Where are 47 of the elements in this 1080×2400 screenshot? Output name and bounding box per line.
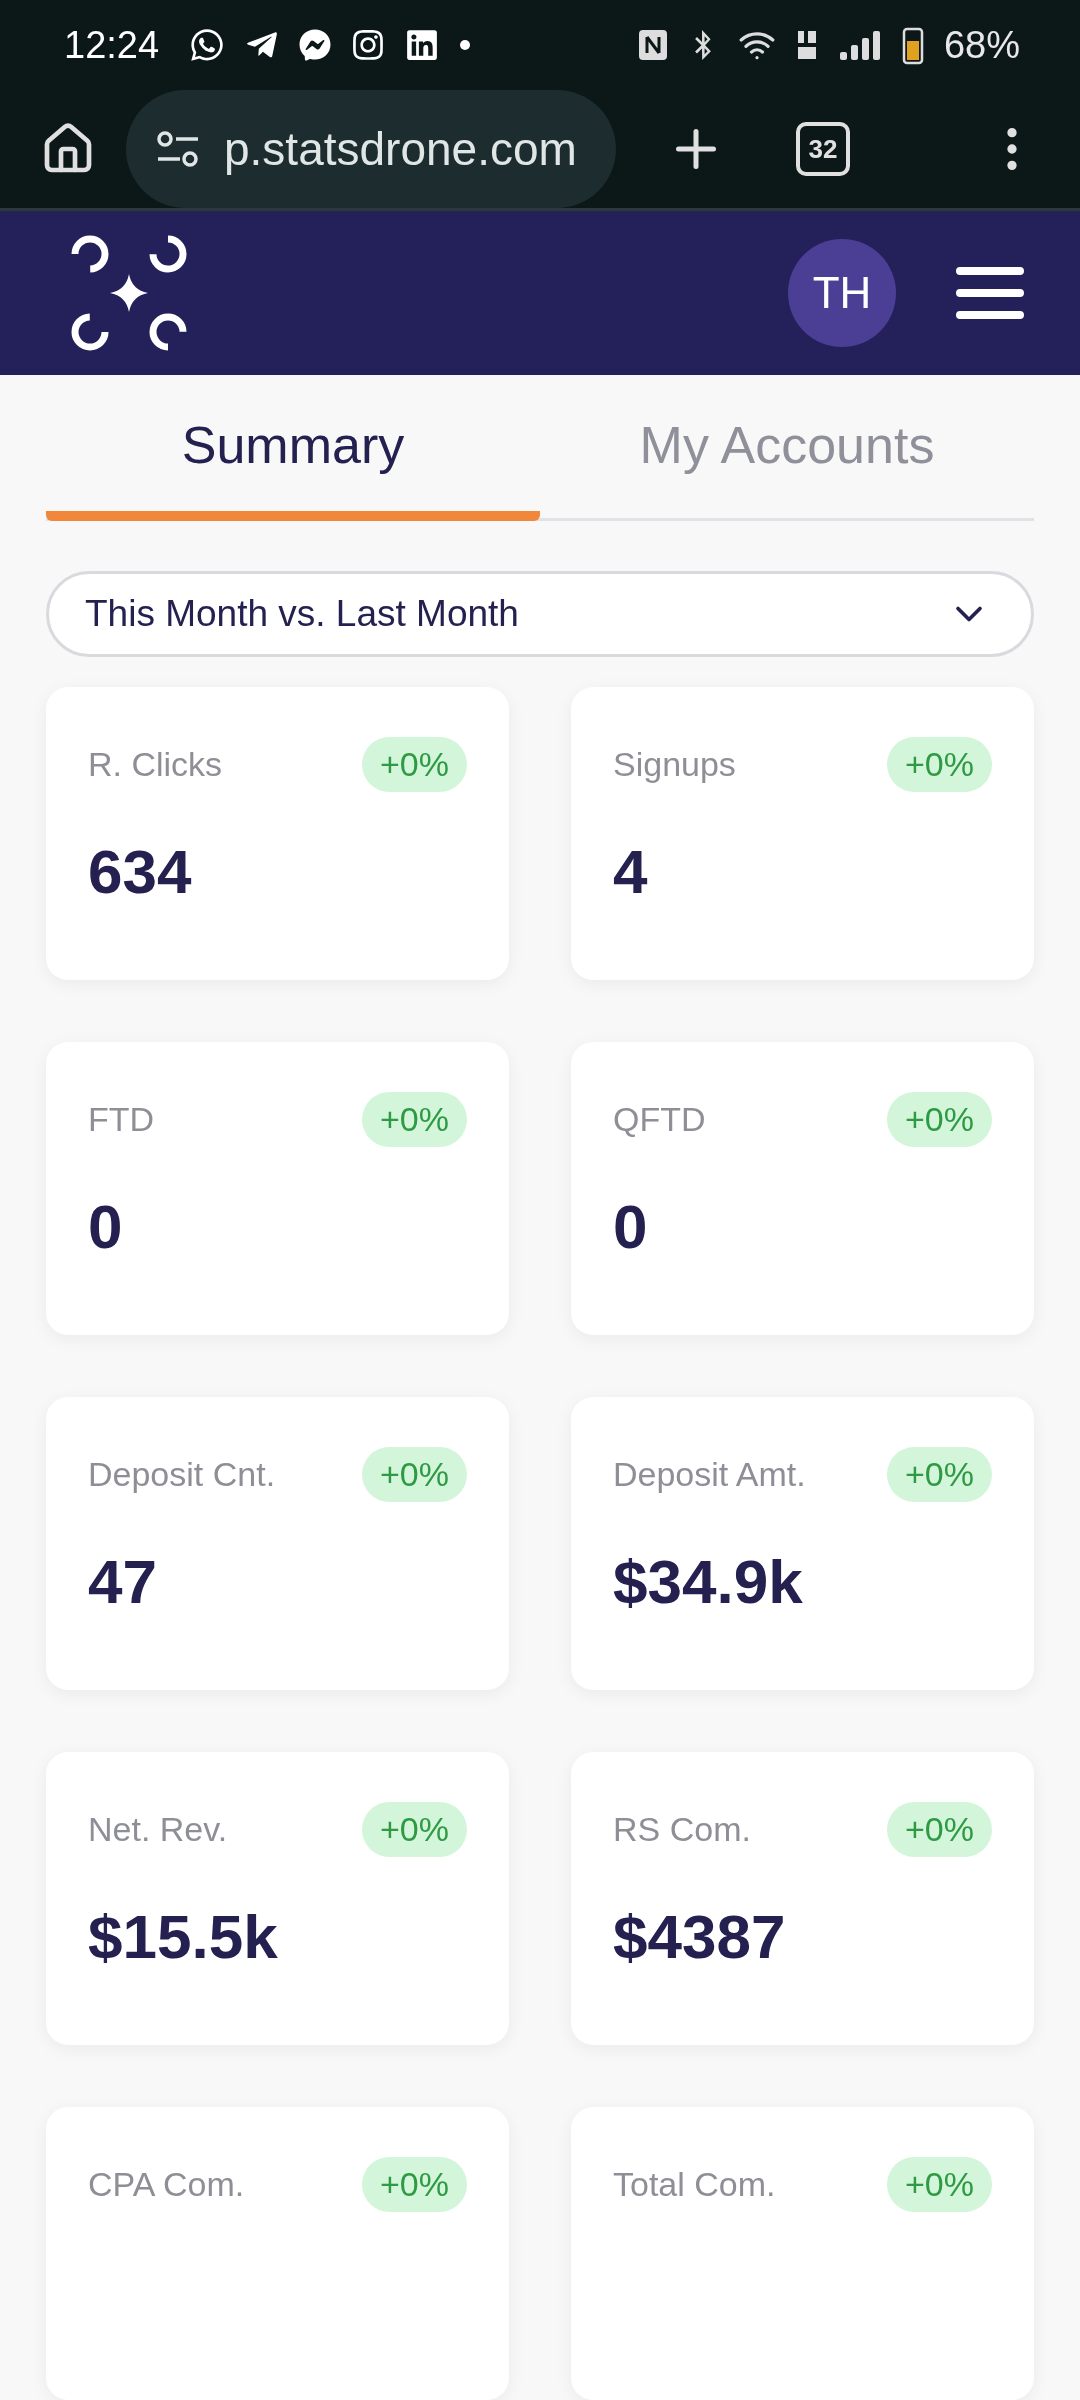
change-badge: +0% xyxy=(887,1802,992,1857)
message-bubble-icon xyxy=(299,29,332,62)
tab[interactable]: Summary xyxy=(46,374,540,521)
change-badge: +0% xyxy=(887,1447,992,1502)
change-badge: +0% xyxy=(362,737,467,792)
stat-label: Signups xyxy=(613,745,736,784)
dot-icon xyxy=(459,39,472,52)
in-logo-icon xyxy=(405,28,440,63)
change-badge: +0% xyxy=(887,2157,992,2212)
url-text: p.statsdrone.com xyxy=(224,122,577,177)
change-badge: +0% xyxy=(887,1092,992,1147)
stat-value: 0 xyxy=(88,1191,124,1262)
stat-value: $4387 xyxy=(613,1901,787,1972)
sliders-icon xyxy=(156,129,200,170)
stat-label: R. Clicks xyxy=(88,745,223,784)
stat-value: 47 xyxy=(88,1546,158,1617)
stat-label: Total Com. xyxy=(613,2165,776,2204)
stat-value: $15.5k xyxy=(88,1901,279,1972)
status-time: 12:24 xyxy=(64,23,160,67)
change-badge: +0% xyxy=(362,2157,467,2212)
change-badge: +0% xyxy=(362,1447,467,1502)
change-badge: +0% xyxy=(362,1802,467,1857)
stat-label: Deposit Amt. xyxy=(613,1455,806,1494)
stat-label: RS Com. xyxy=(613,1810,751,1849)
dropdown-value: This Month vs. Last Month xyxy=(85,592,519,635)
menu-icon[interactable] xyxy=(956,264,1024,321)
battery-percent: 68% xyxy=(943,23,1020,67)
chat-bubble-icon xyxy=(189,27,226,64)
period-dropdown[interactable]: This Month vs. Last Month xyxy=(46,570,1034,657)
address-bar[interactable]: p.statsdrone.com xyxy=(126,90,616,209)
tab-count[interactable]: 32 xyxy=(796,122,850,177)
nfc-icon xyxy=(637,29,668,62)
camera-icon xyxy=(351,28,386,63)
battery-icon xyxy=(901,25,924,66)
stat-value: 0 xyxy=(613,1191,649,1262)
user-avatar[interactable]: TH xyxy=(788,238,896,347)
change-badge: +0% xyxy=(887,737,992,792)
stat-label: CPA Com. xyxy=(88,2165,245,2204)
change-badge: +0% xyxy=(362,1092,467,1147)
stat-label: FTD xyxy=(88,1100,155,1139)
stat-value: 4 xyxy=(613,836,649,907)
stat-label: Deposit Cnt. xyxy=(88,1455,276,1494)
signal-icon xyxy=(839,30,882,61)
stat-label: QFTD xyxy=(613,1100,706,1139)
stat-value: 634 xyxy=(88,836,193,907)
stat-value: $34.9k xyxy=(613,1546,804,1617)
stat-label: Net. Rev. xyxy=(88,1810,228,1849)
